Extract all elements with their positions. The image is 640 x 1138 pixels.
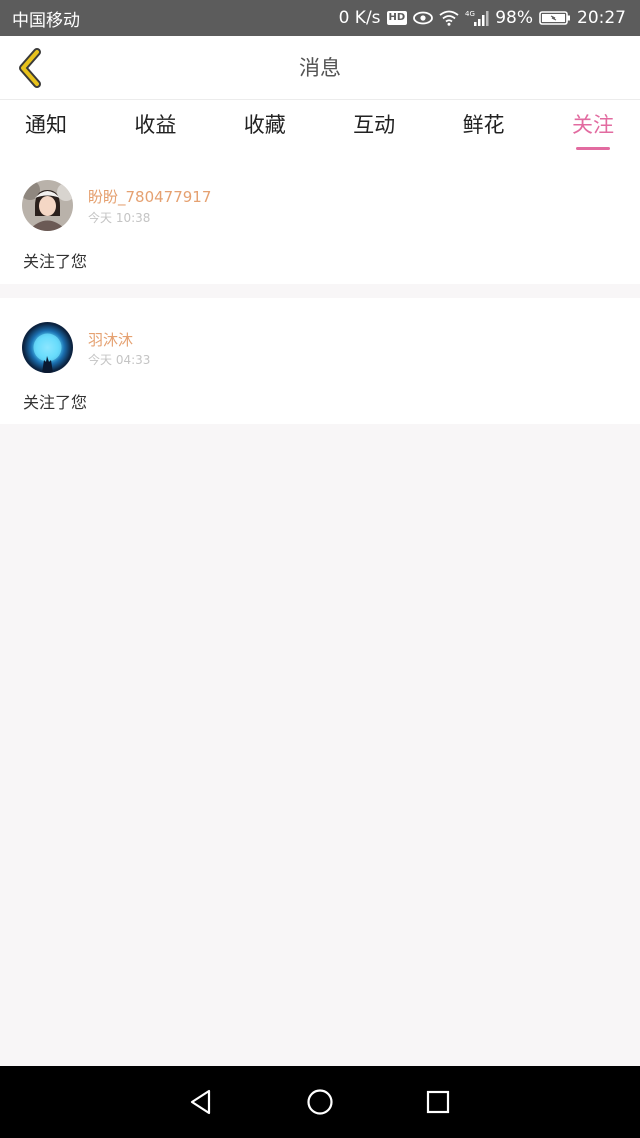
- tab-bar: 通知 收益 收藏 互动 鲜花 关注: [0, 100, 640, 156]
- tab-interactions[interactable]: 互动: [353, 100, 395, 156]
- list-item[interactable]: 盼盼_780477917 今天 10:38 关注了您: [0, 156, 640, 284]
- status-icons: 0 K/s HD 4G 98% 20:27: [339, 8, 626, 28]
- avatar[interactable]: [22, 322, 73, 373]
- hd-badge: HD: [386, 11, 408, 25]
- battery-percent: 98%: [495, 8, 533, 28]
- message-text: 关注了您: [23, 393, 88, 412]
- tab-earnings[interactable]: 收益: [134, 100, 176, 156]
- triangle-back-icon: [190, 1089, 211, 1115]
- network-type: 4G: [465, 10, 475, 18]
- page-title: 消息: [299, 56, 341, 80]
- avatar[interactable]: [22, 180, 73, 231]
- navigation-bar: [0, 1066, 640, 1138]
- chevron-left-icon: [19, 48, 41, 88]
- wifi-icon: [439, 10, 459, 26]
- nav-back-button[interactable]: [181, 1084, 221, 1120]
- tab-flowers[interactable]: 鲜花: [463, 100, 505, 156]
- square-recents-icon: [426, 1090, 450, 1114]
- tab-favorites[interactable]: 收藏: [244, 100, 286, 156]
- user-name[interactable]: 羽沐沐: [88, 329, 133, 350]
- tab-follows[interactable]: 关注: [572, 100, 614, 156]
- network-speed: 0 K/s: [338, 8, 381, 28]
- circle-home-icon: [307, 1089, 333, 1115]
- nav-recents-button[interactable]: [418, 1084, 458, 1120]
- header: 消息: [0, 36, 640, 100]
- tab-notifications[interactable]: 通知: [25, 100, 67, 156]
- user-name[interactable]: 盼盼_780477917: [88, 186, 211, 207]
- back-button[interactable]: [8, 46, 52, 90]
- status-bar: 中国移动 0 K/s HD 4G 98% 20:27: [0, 0, 640, 36]
- clock: 20:27: [577, 8, 626, 28]
- message-time: 今天 04:33: [88, 353, 151, 367]
- signal-icon: 4G: [465, 9, 489, 27]
- battery-icon: [539, 10, 571, 26]
- message-text: 关注了您: [23, 252, 88, 271]
- list-item[interactable]: 羽沐沐 今天 04:33 关注了您: [0, 298, 640, 424]
- message-time: 今天 10:38: [88, 211, 151, 225]
- carrier-label: 中国移动: [12, 10, 80, 31]
- eye-icon: [413, 11, 434, 25]
- nav-home-button[interactable]: [300, 1084, 340, 1120]
